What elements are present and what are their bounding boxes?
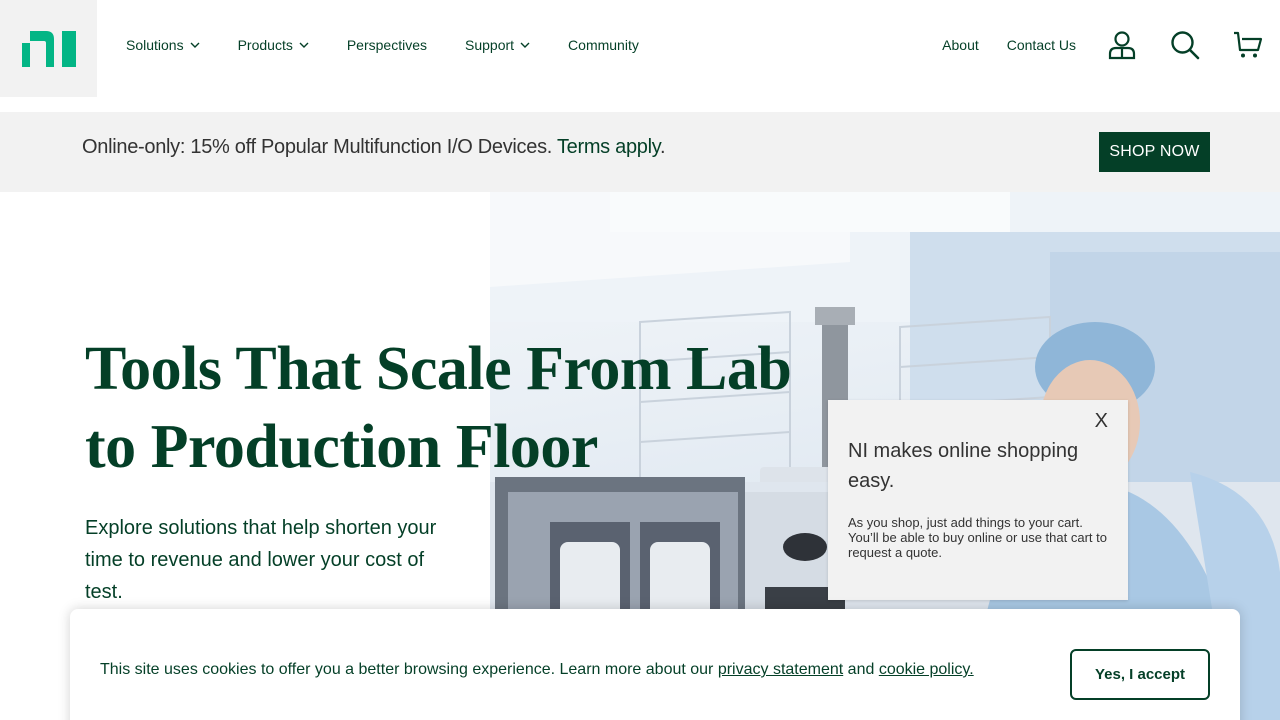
chevron-down-icon (299, 42, 309, 48)
utility-nav: About Contact Us (942, 0, 1280, 90)
user-icon[interactable] (1104, 27, 1140, 63)
nav-item-community[interactable]: Community (568, 37, 639, 53)
nav-item-support[interactable]: Support (465, 37, 530, 53)
site-header: Solutions Products Perspectives Support … (0, 0, 1280, 112)
nav-item-label: Perspectives (346, 37, 427, 53)
ni-logo[interactable] (0, 0, 97, 97)
nav-item-label: Products (237, 37, 293, 53)
contact-us-link[interactable]: Contact Us (1007, 37, 1076, 53)
search-icon[interactable] (1167, 27, 1203, 63)
cart-icon[interactable] (1230, 27, 1266, 63)
chevron-down-icon (520, 42, 530, 48)
nav-item-label: Community (568, 37, 639, 53)
shopping-info-popup: X NI makes online shopping easy. As you … (828, 400, 1128, 600)
nav-item-perspectives[interactable]: Perspectives (347, 37, 427, 53)
shop-now-button[interactable]: SHOP NOW (1099, 132, 1210, 172)
promo-text: Online-only: 15% off Popular Multifuncti… (82, 136, 666, 159)
close-button[interactable]: X (1095, 410, 1108, 433)
cookie-banner: This site uses cookies to offer you a be… (70, 609, 1240, 720)
privacy-statement-link[interactable]: privacy statement (718, 661, 843, 678)
nav-item-products[interactable]: Products (238, 37, 309, 53)
accept-cookies-button[interactable]: Yes, I accept (1070, 649, 1210, 700)
promo-banner: Online-only: 15% off Popular Multifuncti… (0, 112, 1280, 192)
about-link[interactable]: About (942, 37, 979, 53)
promo-message: Online-only: 15% off Popular Multifuncti… (82, 136, 557, 158)
ni-logo-icon (21, 30, 76, 67)
nav-item-label: Solutions (126, 37, 184, 53)
cookie-conjunction: and (843, 661, 879, 678)
chevron-down-icon (190, 42, 200, 48)
cookie-message: This site uses cookies to offer you a be… (100, 661, 718, 678)
nav-item-label: Support (465, 37, 515, 53)
popup-title: NI makes online shopping easy. (848, 440, 1079, 492)
hero-title: Tools That Scale From Lab to Production … (85, 335, 792, 481)
nav-item-solutions[interactable]: Solutions (126, 37, 200, 53)
main-nav: Solutions Products Perspectives Support … (126, 0, 677, 90)
cookie-policy-link[interactable]: cookie policy. (879, 661, 974, 678)
popup-body: As you shop, just add things to your car… (848, 515, 1107, 560)
cookie-text: This site uses cookies to offer you a be… (100, 661, 974, 679)
hero-subtitle: Explore solutions that help shorten your… (85, 517, 437, 603)
terms-apply-link[interactable]: Terms apply (557, 136, 660, 158)
promo-suffix: . (659, 136, 666, 158)
